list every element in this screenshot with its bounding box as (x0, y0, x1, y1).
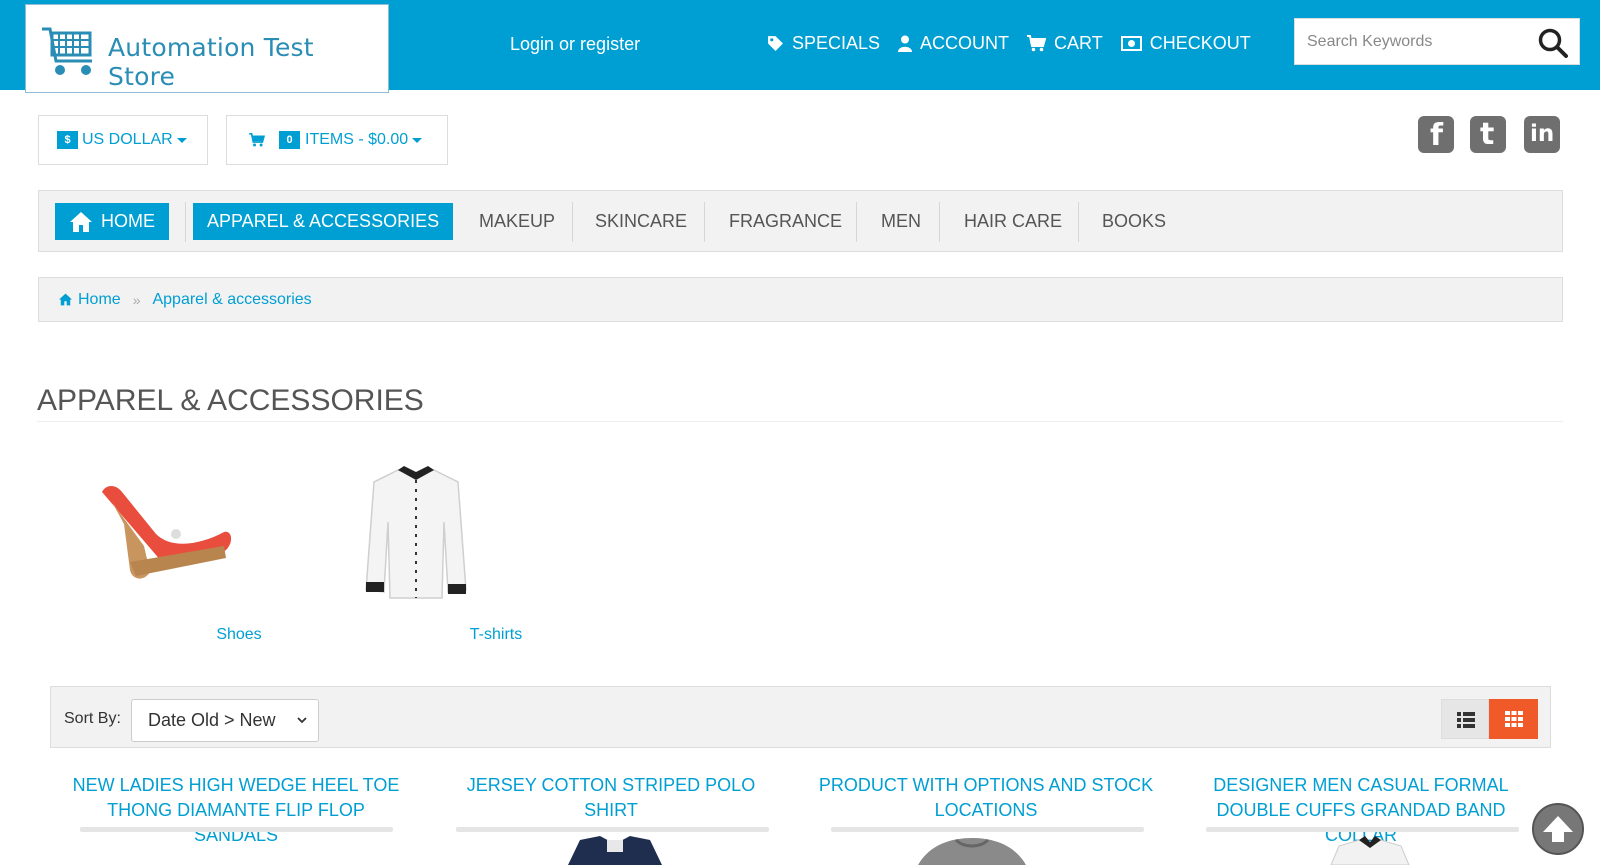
product-title-link[interactable]: PRODUCT WITH OPTIONS AND STOCK LOCATIONS (816, 773, 1156, 823)
currency-dropdown[interactable]: $ US DOLLAR (38, 115, 208, 165)
nav-books-label: BOOKS (1102, 211, 1167, 231)
product-divider (1206, 827, 1519, 832)
formal-shirt-image (1330, 836, 1410, 865)
search-box (1294, 18, 1580, 65)
subcategory-tshirts-label: T-shirts (469, 626, 523, 643)
title-divider (37, 421, 1563, 422)
nav-specials-label: SPECIALS (792, 33, 881, 53)
sort-select[interactable]: Date Old > New (131, 699, 319, 742)
nav-fragrance-label: FRAGRANCE (729, 211, 843, 231)
product-divider (831, 827, 1144, 832)
search-icon[interactable] (1537, 27, 1569, 59)
nav-specials[interactable]: SPECIALS (767, 33, 880, 54)
product-divider (456, 827, 769, 832)
home-icon (59, 293, 72, 306)
search-input[interactable] (1295, 19, 1530, 64)
grid-view-button[interactable] (1489, 699, 1538, 739)
linkedin-icon[interactable]: in (1524, 116, 1560, 153)
money-icon (1120, 36, 1142, 51)
sort-selected-value: Date Old > New (148, 710, 276, 730)
nav-fragrance[interactable]: FRAGRANCE (729, 203, 842, 240)
nav-checkout-label: CHECKOUT (1149, 33, 1251, 53)
sort-by-label: Sort By: (64, 710, 121, 727)
product-divider (80, 827, 393, 832)
nav-apparel-label: APPAREL & ACCESSORIES (207, 211, 440, 231)
subcategory-shoes-label: Shoes (216, 626, 262, 643)
nav-men[interactable]: MEN (881, 203, 921, 240)
nav-books[interactable]: BOOKS (1102, 203, 1166, 240)
product-title-link[interactable]: JERSEY COTTON STRIPED POLO SHIRT (441, 773, 781, 823)
polo-shirt-image (568, 836, 662, 865)
sweater-image (918, 838, 1026, 865)
chevron-down-icon (297, 717, 307, 724)
login-register-link[interactable]: Login or register (510, 34, 640, 55)
cart-logo-icon (42, 27, 92, 75)
twitter-icon[interactable]: t (1470, 116, 1506, 153)
facebook-icon[interactable]: f (1418, 116, 1454, 153)
nav-skincare[interactable]: SKINCARE (595, 203, 687, 240)
breadcrumb-current-link[interactable]: Apparel & accessories (152, 291, 311, 309)
nav-hair-care[interactable]: HAIR CARE (964, 203, 1062, 240)
product-title-link[interactable]: NEW LADIES HIGH WEDGE HEEL TOE THONG DIA… (66, 773, 406, 848)
nav-home-label: HOME (101, 211, 155, 231)
shirt-image (365, 466, 467, 599)
currency-label: US DOLLAR (82, 131, 173, 148)
currency-symbol-badge: $ (57, 131, 78, 149)
nav-divider (1078, 202, 1079, 242)
cart-icon (249, 133, 265, 147)
cart-count-badge: 0 (279, 131, 300, 149)
list-view-button[interactable] (1441, 699, 1489, 739)
nav-checkout[interactable]: CHECKOUT (1120, 33, 1251, 54)
breadcrumb-separator-icon: » (132, 291, 141, 308)
caret-down-icon (412, 137, 423, 143)
nav-divider (939, 202, 940, 242)
breadcrumb-home-link[interactable]: Home (78, 291, 121, 309)
grid-icon (1505, 711, 1523, 727)
page-title: APPAREL & ACCESSORIES (37, 384, 424, 417)
nav-hair-care-label: HAIR CARE (964, 211, 1063, 231)
cart-items-label: ITEMS - $0.00 (305, 131, 409, 148)
nav-divider (572, 202, 573, 242)
caret-down-icon (176, 137, 187, 143)
nav-skincare-label: SKINCARE (595, 211, 688, 231)
nav-makeup[interactable]: MAKEUP (479, 203, 555, 240)
store-name: Automation Test Store (108, 33, 314, 91)
sort-toolbar: Sort By: Date Old > New (50, 686, 1551, 748)
nav-account[interactable]: ACCOUNT (898, 33, 1009, 54)
nav-divider (185, 202, 186, 242)
store-logo[interactable]: Automation Test Store (25, 4, 389, 93)
nav-cart-label: CART (1054, 33, 1103, 53)
nav-makeup-label: MAKEUP (479, 211, 556, 231)
shoes-image (102, 486, 232, 579)
tag-icon (768, 36, 783, 51)
nav-divider (856, 202, 857, 242)
nav-cart[interactable]: CART (1027, 33, 1103, 54)
nav-divider (704, 202, 705, 242)
scroll-to-top-button[interactable] (1532, 803, 1584, 855)
nav-home[interactable]: HOME (55, 203, 169, 240)
top-nav: SPECIALS ACCOUNT CART CHECKOUT (767, 33, 1269, 54)
nav-apparel-accessories[interactable]: APPAREL & ACCESSORIES (193, 203, 454, 240)
arrow-up-icon (1543, 816, 1573, 842)
list-icon (1457, 712, 1475, 728)
cart-dropdown[interactable]: 0 ITEMS - $0.00 (226, 115, 448, 165)
main-category-nav: HOME APPAREL & ACCESSORIES MAKEUP SKINCA… (38, 190, 1563, 252)
nav-men-label: MEN (881, 211, 921, 231)
home-icon (70, 211, 92, 232)
breadcrumb: Home » Apparel & accessories (38, 277, 1563, 322)
nav-account-label: ACCOUNT (920, 33, 1010, 53)
user-icon (898, 35, 913, 52)
cart-icon (1027, 35, 1047, 52)
